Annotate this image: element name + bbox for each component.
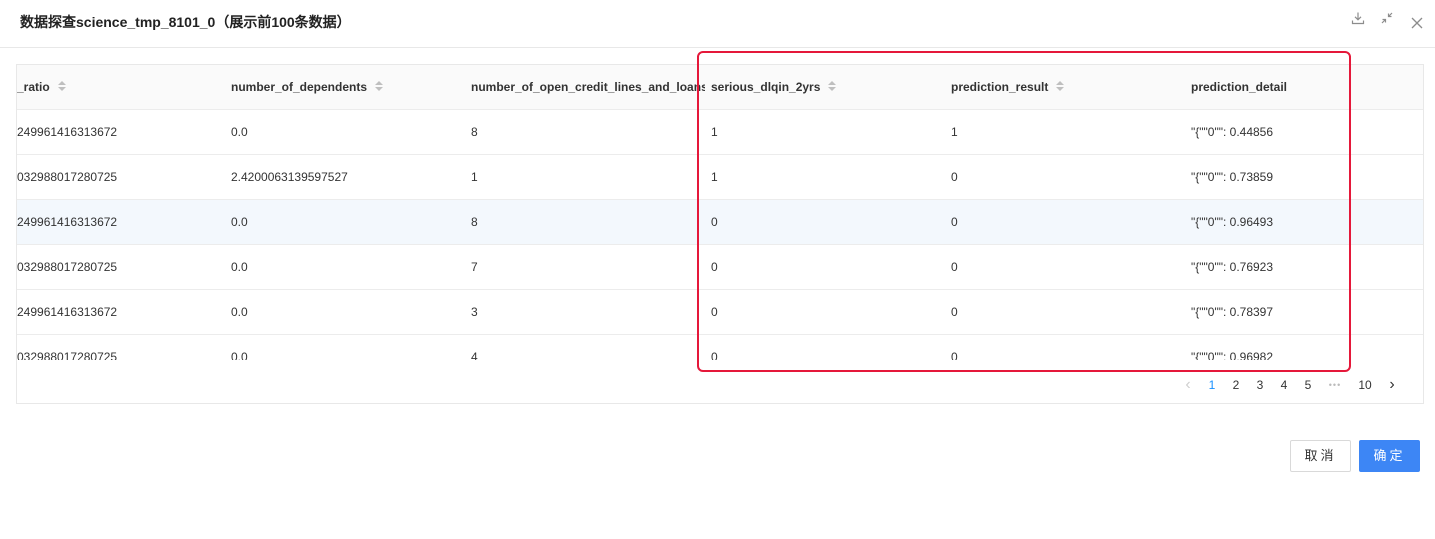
table-cell: 0: [951, 305, 958, 319]
table-row[interactable]: 032988017280725 2.4200063139597527 1 1 0…: [17, 155, 1423, 200]
table-cell: 032988017280725: [17, 260, 118, 274]
page-button-2[interactable]: 2: [1227, 375, 1245, 395]
page-button-1[interactable]: 1: [1203, 375, 1221, 395]
sort-icon[interactable]: [1056, 80, 1065, 93]
column-header-number-of-dependents[interactable]: number_of_dependents: [231, 65, 384, 110]
table-cell: 0: [711, 260, 718, 274]
data-preview-table: _ratio number_of_dependents number_of_op…: [16, 64, 1424, 404]
table-cell: 0.0: [231, 215, 248, 229]
table-cell: 4: [471, 350, 478, 360]
table-body: 249961416313672 0.0 8 1 1 "{""0"": 0.448…: [17, 110, 1423, 360]
table-cell: 8: [471, 215, 478, 229]
table-cell: 0: [951, 170, 958, 184]
column-header-serious-dlqin-2yrs[interactable]: serious_dlqin_2yrs: [711, 65, 837, 110]
table-cell: 1: [471, 170, 478, 184]
table-row[interactable]: 032988017280725 0.0 7 0 0 "{""0"": 0.769…: [17, 245, 1423, 290]
sort-icon[interactable]: [57, 80, 66, 93]
table-cell: 0: [951, 350, 958, 360]
table-cell: "{""0"": 0.44856: [1191, 125, 1274, 139]
sort-icon[interactable]: [828, 80, 837, 93]
sort-icon[interactable]: [375, 80, 384, 93]
minimize-icon[interactable]: [1379, 10, 1395, 26]
table-cell: 1: [711, 170, 718, 184]
table-cell: "{""0"": 0.78397: [1191, 305, 1274, 319]
table-header: _ratio number_of_dependents number_of_op…: [17, 65, 1423, 110]
table-cell: 8: [471, 125, 478, 139]
prev-page-button[interactable]: ‹: [1181, 375, 1195, 395]
table-cell: 0.0: [231, 305, 248, 319]
column-header-open-credit-lines[interactable]: number_of_open_credit_lines_and_loans: [471, 65, 705, 110]
cancel-button[interactable]: 取消: [1290, 440, 1351, 472]
table-cell: 0: [711, 215, 718, 229]
table-cell: 0: [951, 215, 958, 229]
dialog-header: 数据探查science_tmp_8101_0（展示前100条数据）: [0, 0, 1435, 48]
table-cell: 249961416313672: [17, 305, 118, 319]
column-header-ratio[interactable]: _ratio: [17, 65, 66, 110]
close-icon[interactable]: [1409, 15, 1425, 31]
table-row[interactable]: 249961416313672 0.0 3 0 0 "{""0"": 0.783…: [17, 290, 1423, 335]
table-row[interactable]: 032988017280725 0.0 4 0 0 "{""0"": 0.969…: [17, 335, 1423, 360]
page-button-10[interactable]: 10: [1353, 375, 1377, 395]
table-cell: 0.0: [231, 125, 248, 139]
next-page-button[interactable]: ›: [1385, 375, 1399, 395]
table-cell: 1: [711, 125, 718, 139]
table-cell: 0.0: [231, 260, 248, 274]
table-cell: 0: [711, 350, 718, 360]
column-header-prediction-detail[interactable]: prediction_detail: [1191, 65, 1287, 110]
table-cell: 1: [951, 125, 958, 139]
table-cell: 249961416313672: [17, 125, 118, 139]
table-cell: "{""0"": 0.96982: [1191, 350, 1274, 360]
column-header-prediction-result[interactable]: prediction_result: [951, 65, 1065, 110]
table-cell: "{""0"": 0.73859: [1191, 170, 1274, 184]
table-cell: 7: [471, 260, 478, 274]
page-ellipsis[interactable]: •••: [1323, 375, 1347, 395]
table-cell: "{""0"": 0.96493: [1191, 215, 1274, 229]
table-cell: 0.0: [231, 350, 248, 360]
page-button-5[interactable]: 5: [1299, 375, 1317, 395]
page-button-4[interactable]: 4: [1275, 375, 1293, 395]
page-button-3[interactable]: 3: [1251, 375, 1269, 395]
table-cell: 3: [471, 305, 478, 319]
pagination: ‹ 1 2 3 4 5 ••• 10 ›: [1181, 375, 1401, 395]
table-cell: "{""0"": 0.76923: [1191, 260, 1274, 274]
table-cell: 0: [951, 260, 958, 274]
table-cell: 032988017280725: [17, 350, 118, 360]
table-row[interactable]: 249961416313672 0.0 8 1 1 "{""0"": 0.448…: [17, 110, 1423, 155]
table-cell: 249961416313672: [17, 215, 118, 229]
dialog-title: 数据探查science_tmp_8101_0（展示前100条数据）: [20, 14, 351, 30]
table-row-hovered[interactable]: 249961416313672 0.0 8 0 0 "{""0"": 0.964…: [17, 200, 1423, 245]
table-cell: 2.4200063139597527: [231, 170, 348, 184]
download-icon[interactable]: [1350, 10, 1366, 26]
table-cell: 032988017280725: [17, 170, 118, 184]
table-cell: 0: [711, 305, 718, 319]
confirm-button[interactable]: 确定: [1359, 440, 1420, 472]
